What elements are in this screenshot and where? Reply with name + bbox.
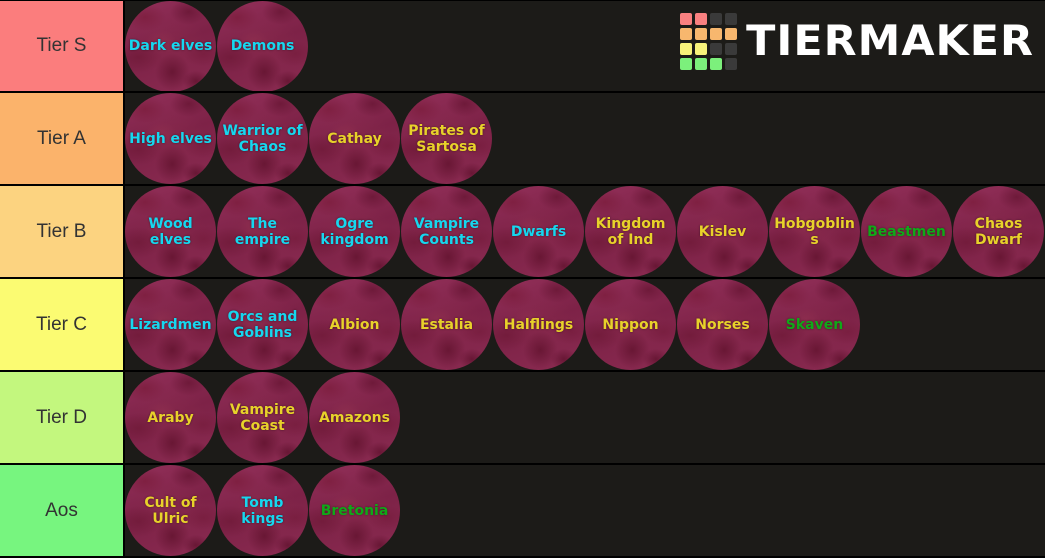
tier-item-label: Bretonia — [320, 502, 389, 519]
tier-item[interactable]: Wood elves — [125, 186, 216, 277]
tier-items: Wood elves The empire Ogre kingdom Vampire … — [125, 186, 1045, 277]
tier-items: High elves Warrior of Chaos Cathay Pirates … — [125, 93, 1045, 184]
tier-item[interactable]: Vampire Coast — [217, 372, 308, 463]
tier-item[interactable]: Ogre kingdom — [309, 186, 400, 277]
tier-item-label: High elves — [129, 130, 212, 147]
tier-item-label: Orcs and Goblins — [227, 308, 298, 341]
tier-item-label: The empire — [234, 215, 291, 248]
tier-items: Cult of Ulric Tomb kings Bretonia — [125, 465, 1045, 556]
tier-item-label: Nippon — [602, 316, 659, 333]
tier-item[interactable]: Cathay — [309, 93, 400, 184]
tier-item[interactable]: Beastmen — [861, 186, 952, 277]
tier-row: Tier D Araby Vampire Coast Amazons — [0, 372, 1045, 465]
tier-item[interactable]: Tomb kings — [217, 465, 308, 556]
tier-item-label: Dwarfs — [510, 223, 567, 240]
tier-item-label: Cathay — [327, 130, 382, 147]
tier-row: Tier C Lizardmen Orcs and Goblins Albion Est… — [0, 279, 1045, 372]
tier-item-label: Albion — [329, 316, 380, 333]
tier-row: Aos Cult of Ulric Tomb kings Bretonia — [0, 465, 1045, 558]
tier-item[interactable]: Dwarfs — [493, 186, 584, 277]
logo-grid-cell — [709, 12, 722, 25]
tier-label-tier-d[interactable]: Tier D — [0, 372, 125, 463]
logo-grid-cell — [679, 42, 692, 55]
logo-grid-cell — [709, 42, 722, 55]
tier-item[interactable]: Lizardmen — [125, 279, 216, 370]
tier-item-label: Estalia — [419, 316, 474, 333]
tier-item[interactable]: Warrior of Chaos — [217, 93, 308, 184]
logo-grid-cell — [679, 57, 692, 70]
logo-grid-cell — [694, 12, 707, 25]
logo-grid-cell — [724, 27, 737, 40]
tier-item[interactable]: High elves — [125, 93, 216, 184]
tier-label-tier-b[interactable]: Tier B — [0, 186, 125, 277]
tier-item[interactable]: Dark elves — [125, 1, 216, 91]
logo-grid-cell — [724, 12, 737, 25]
tier-item-label: Cult of Ulric — [144, 494, 197, 527]
logo-grid-cell — [709, 27, 722, 40]
tier-item-label: Warrior of Chaos — [222, 122, 303, 155]
logo-grid-cell — [679, 27, 692, 40]
tier-item[interactable]: Orcs and Goblins — [217, 279, 308, 370]
tier-item-label: Pirates of Sartosa — [408, 122, 485, 155]
logo-grid-cell — [724, 57, 737, 70]
tier-item[interactable]: Albion — [309, 279, 400, 370]
tier-item-label: Skaven — [785, 316, 844, 333]
tier-item-label: Halflings — [503, 316, 574, 333]
tier-items: Lizardmen Orcs and Goblins Albion Estalia Ha… — [125, 279, 1045, 370]
tier-item-label: Lizardmen — [129, 316, 212, 333]
tier-label-aos[interactable]: Aos — [0, 465, 125, 556]
logo-grid-cell — [724, 42, 737, 55]
tier-item[interactable]: Cult of Ulric — [125, 465, 216, 556]
tier-item[interactable]: Norses — [677, 279, 768, 370]
tier-item[interactable]: Demons — [217, 1, 308, 91]
tier-row: Tier A High elves Warrior of Chaos Cathay Pi… — [0, 93, 1045, 186]
logo-grid-cell — [694, 27, 707, 40]
tier-item[interactable]: The empire — [217, 186, 308, 277]
tier-item-label: Beastmen — [867, 223, 946, 240]
tier-item-label: Hobgoblins — [774, 215, 855, 248]
tier-items: Araby Vampire Coast Amazons — [125, 372, 1045, 463]
tiermaker-wordmark: TIERMAKER — [745, 16, 1034, 65]
tier-item-label: Ogre kingdom — [320, 215, 389, 248]
tier-item-label: Tomb kings — [241, 494, 284, 527]
tier-item-label: Vampire Coast — [229, 401, 296, 434]
logo-grid-cell — [694, 42, 707, 55]
tier-item[interactable]: Pirates of Sartosa — [401, 93, 492, 184]
tier-item[interactable]: Hobgoblins — [769, 186, 860, 277]
tier-item[interactable]: Estalia — [401, 279, 492, 370]
tier-label-tier-s[interactable]: Tier S — [0, 1, 125, 91]
tier-item[interactable]: Nippon — [585, 279, 676, 370]
tier-item[interactable]: Amazons — [309, 372, 400, 463]
logo-grid-cell — [694, 57, 707, 70]
tier-item-label: Kislev — [698, 223, 747, 240]
tier-item[interactable]: Vampire Counts — [401, 186, 492, 277]
tier-item-label: Dark elves — [128, 38, 213, 54]
tier-item-label: Araby — [147, 409, 194, 426]
tier-item[interactable]: Chaos Dwarf — [953, 186, 1044, 277]
tier-item-label: Vampire Counts — [413, 215, 480, 248]
tier-row: Tier B Wood elves The empire Ogre kingdom Va… — [0, 186, 1045, 279]
tier-item[interactable]: Araby — [125, 372, 216, 463]
logo-grid-cell — [679, 12, 692, 25]
tier-rows-container: Tier S Dark elves Demons Tier A High elves Wa… — [0, 0, 1045, 558]
tier-list-board: TIERMAKER Tier S Dark elves Demons Tier A Hi… — [0, 0, 1045, 558]
tier-item-label: Chaos Dwarf — [974, 215, 1023, 248]
tiermaker-logo: TIERMAKER — [679, 12, 1034, 70]
tier-item[interactable]: Skaven — [769, 279, 860, 370]
tier-item[interactable]: Bretonia — [309, 465, 400, 556]
tier-label-tier-a[interactable]: Tier A — [0, 93, 125, 184]
tier-item[interactable]: Kislev — [677, 186, 768, 277]
tier-item-label: Norses — [695, 316, 750, 333]
tier-item[interactable]: Halflings — [493, 279, 584, 370]
tier-item-label: Wood elves — [148, 215, 193, 248]
logo-grid-cell — [709, 57, 722, 70]
tiermaker-grid-icon — [679, 12, 737, 70]
tier-item-label: Kingdom of Ind — [595, 215, 666, 248]
tier-item[interactable]: Kingdom of Ind — [585, 186, 676, 277]
tier-item-label: Demons — [230, 38, 295, 54]
tier-label-tier-c[interactable]: Tier C — [0, 279, 125, 370]
tier-item-label: Amazons — [319, 409, 390, 426]
